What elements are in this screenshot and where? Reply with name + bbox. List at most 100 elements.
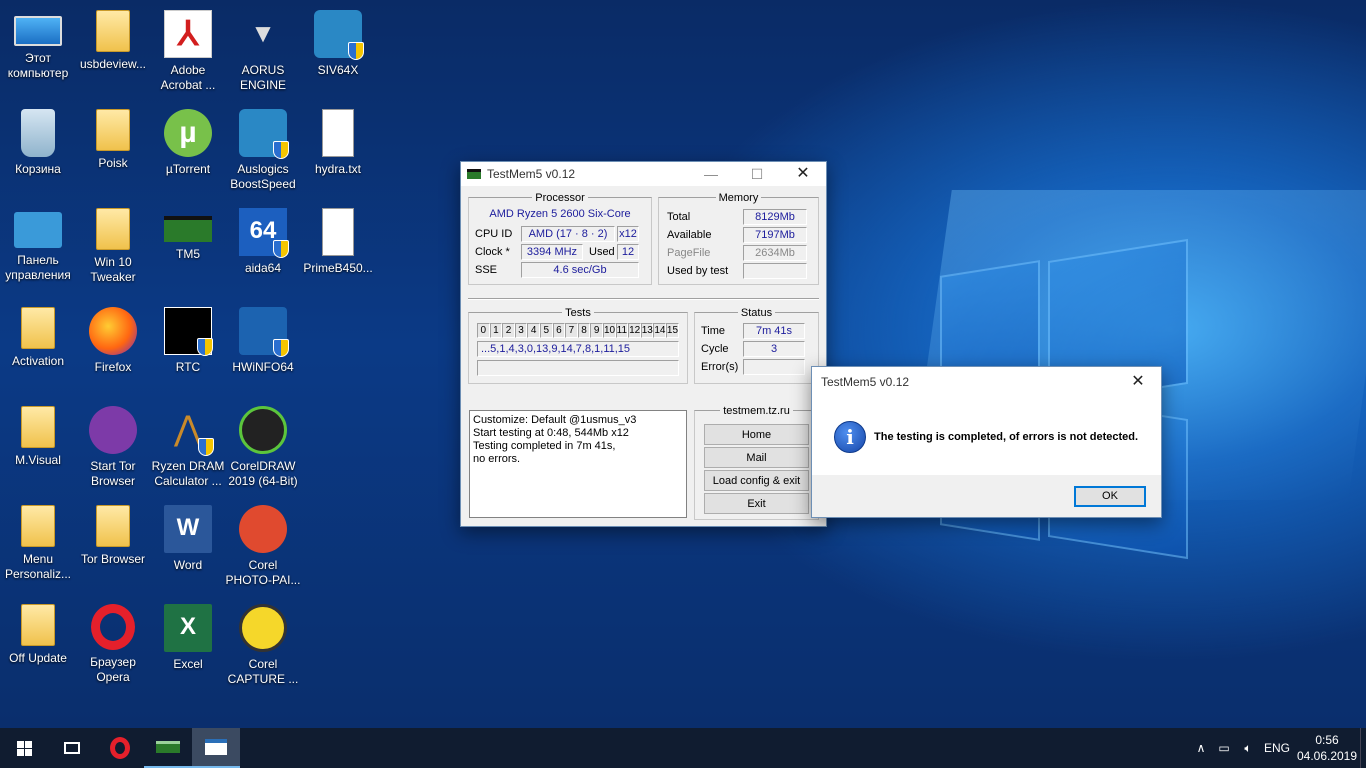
desktop-icon-корзина[interactable]: Корзина: [0, 103, 76, 199]
desktop-icon-hwinfo64[interactable]: HWiNFO64: [225, 301, 301, 397]
excel-icon: X: [164, 604, 212, 652]
info-icon: i: [834, 421, 866, 453]
desktop-icon-win-10-tweaker[interactable]: Win 10 Tweaker: [75, 202, 151, 298]
desktop-icon-torrent[interactable]: µ µTorrent: [150, 103, 226, 199]
desktop-icon-label: usbdeview...: [79, 57, 147, 71]
desktop-icon-firefox[interactable]: Firefox: [75, 301, 151, 397]
maximize-button[interactable]: ☐: [734, 162, 780, 186]
taskbar-tm5[interactable]: [144, 728, 192, 768]
uac-shield-icon: [273, 240, 289, 258]
desktop-icon-corel-capture[interactable]: Corel CAPTURE ...: [225, 598, 301, 694]
windows-logo-icon: [16, 740, 32, 756]
desktop-icon-label: Corel PHOTO-PAI...: [225, 558, 301, 587]
desktop-icon-start-tor-browser[interactable]: Start Tor Browser: [75, 400, 151, 496]
uac-shield-icon: [273, 141, 289, 159]
cpu-name: AMD Ryzen 5 2600 Six-Core: [489, 208, 631, 220]
desktop-icon-rtc[interactable]: RTC: [150, 301, 226, 397]
text-file-icon: [322, 208, 354, 256]
close-button[interactable]: ✕: [780, 162, 826, 186]
start-button[interactable]: [0, 728, 48, 768]
available-value: 7197Mb: [743, 227, 807, 243]
desktop-icon-браузер-opera[interactable]: Браузер Opera: [75, 598, 151, 694]
dialog-title-bar[interactable]: TestMem5 v0.12 ✕: [812, 367, 1161, 397]
desktop-icon-label: Tor Browser: [80, 552, 145, 566]
folder-icon: [96, 10, 130, 52]
mail-button[interactable]: Mail: [704, 447, 809, 468]
volume-icon[interactable]: 🔈︎: [1236, 741, 1260, 756]
test-cell: 6: [552, 323, 566, 338]
desktop-icon-этот-компьютер[interactable]: Этот компьютер: [0, 4, 76, 100]
desktop-icon-off-update[interactable]: Off Update: [0, 598, 76, 694]
dram-calculator-icon: ⋀: [164, 406, 214, 456]
desktop-icon-word[interactable]: W Word: [150, 499, 226, 595]
desktop-icon-m-visual[interactable]: M.Visual: [0, 400, 76, 496]
pagefile-value: 2634Mb: [743, 245, 807, 261]
desktop-icon-menu-personaliz[interactable]: Menu Personaliz...: [0, 499, 76, 595]
desktop-icon-label: AORUS ENGINE: [239, 63, 286, 92]
desktop-icon-ryzen-dram-calculator[interactable]: ⋀ Ryzen DRAM Calculator ...: [150, 400, 226, 496]
desktop-icon-corel-photo-pai[interactable]: Corel PHOTO-PAI...: [225, 499, 301, 595]
home-button[interactable]: Home: [704, 424, 809, 445]
desktop-icon-label: Activation: [11, 354, 65, 368]
desktop-icon-excel[interactable]: X Excel: [150, 598, 226, 694]
used-label: Used: [589, 246, 615, 258]
desktop-icon-label: Браузер Opera: [90, 655, 136, 684]
folder-icon: [21, 604, 55, 646]
desktop-icon-label: Firefox: [94, 360, 132, 374]
desktop-icon-панель-управления[interactable]: Панель управления: [0, 202, 76, 298]
sse-label: SSE: [475, 264, 498, 276]
corel-photopaint-icon: [239, 505, 287, 553]
show-hidden-icons-chevron-icon[interactable]: ∧: [1190, 741, 1212, 755]
network-icon[interactable]: ▭: [1212, 741, 1236, 755]
taskbar-opera[interactable]: [96, 728, 144, 768]
test-cell: 2: [502, 323, 515, 338]
desktop-icon-aorus-engine[interactable]: ▼ AORUS ENGINE: [225, 4, 301, 100]
test-cell: 14: [653, 323, 666, 338]
taskbar-dialog[interactable]: [192, 728, 240, 768]
status-group: Status Time 7m 41s Cycle 3 Error(s): [694, 307, 819, 384]
desktop-icon-tm5[interactable]: TM5: [150, 202, 226, 298]
uac-shield-icon: [198, 438, 214, 456]
dialog-close-button[interactable]: ✕: [1115, 370, 1161, 394]
site-group-title: testmem.tz.ru: [720, 405, 793, 417]
language-indicator[interactable]: ENG: [1260, 741, 1294, 755]
log-textbox[interactable]: Customize: Default @1usmus_v3 Start test…: [469, 410, 687, 518]
desktop-icon-primeb450[interactable]: PrimeB450...: [300, 202, 376, 298]
cycle-value: 3: [743, 341, 805, 357]
clock-label: Clock *: [475, 246, 510, 258]
minimize-button[interactable]: —: [688, 162, 734, 186]
clock[interactable]: 0:56 04.06.2019: [1294, 732, 1360, 764]
desktop-icon-auslogics-boostspeed[interactable]: Auslogics BoostSpeed: [225, 103, 301, 199]
desktop-icon-label: Menu Personaliz...: [4, 552, 72, 581]
opera-icon: [91, 604, 135, 650]
usedbytest-label: Used by test: [667, 265, 729, 277]
desktop-icon-hydra-txt[interactable]: hydra.txt: [300, 103, 376, 199]
desktop-icon-label: Corel CAPTURE ...: [227, 657, 299, 686]
exit-button[interactable]: Exit: [704, 493, 809, 514]
test-cell: 13: [640, 323, 654, 338]
hwinfo-icon: [239, 307, 289, 357]
site-group: testmem.tz.ru Home Mail Load config & ex…: [694, 405, 819, 520]
folder-icon: [21, 406, 55, 448]
desktop-icon-activation[interactable]: Activation: [0, 301, 76, 397]
window-title: TestMem5 v0.12: [487, 167, 576, 181]
boostspeed-icon: [239, 109, 289, 159]
load-config-exit-button[interactable]: Load config & exit: [704, 470, 809, 491]
ok-button[interactable]: OK: [1074, 486, 1146, 507]
show-desktop-button[interactable]: [1360, 728, 1366, 768]
dialog-title: TestMem5 v0.12: [821, 375, 910, 389]
desktop-icon-tor-browser[interactable]: Tor Browser: [75, 499, 151, 595]
desktop-icon-aida64[interactable]: 64 aida64: [225, 202, 301, 298]
desktop-icon-label: CorelDRAW 2019 (64-Bit): [228, 459, 298, 488]
test-cell: 5: [539, 323, 553, 338]
cycle-label: Cycle: [701, 343, 729, 355]
title-bar[interactable]: TestMem5 v0.12 — ☐ ✕: [461, 162, 826, 186]
task-view-icon: [64, 742, 80, 754]
total-value: 8129Mb: [743, 209, 807, 225]
desktop-icon-siv64x[interactable]: SIV64X: [300, 4, 376, 100]
desktop-icon-usbdeview[interactable]: usbdeview...: [75, 4, 151, 100]
desktop-icon-coreldraw-2019-64-bit[interactable]: CorelDRAW 2019 (64-Bit): [225, 400, 301, 496]
desktop-icon-poisk[interactable]: Poisk: [75, 103, 151, 199]
desktop-icon-adobe-acrobat[interactable]: ⅄ Adobe Acrobat ...: [150, 4, 226, 100]
task-view-button[interactable]: [48, 728, 96, 768]
